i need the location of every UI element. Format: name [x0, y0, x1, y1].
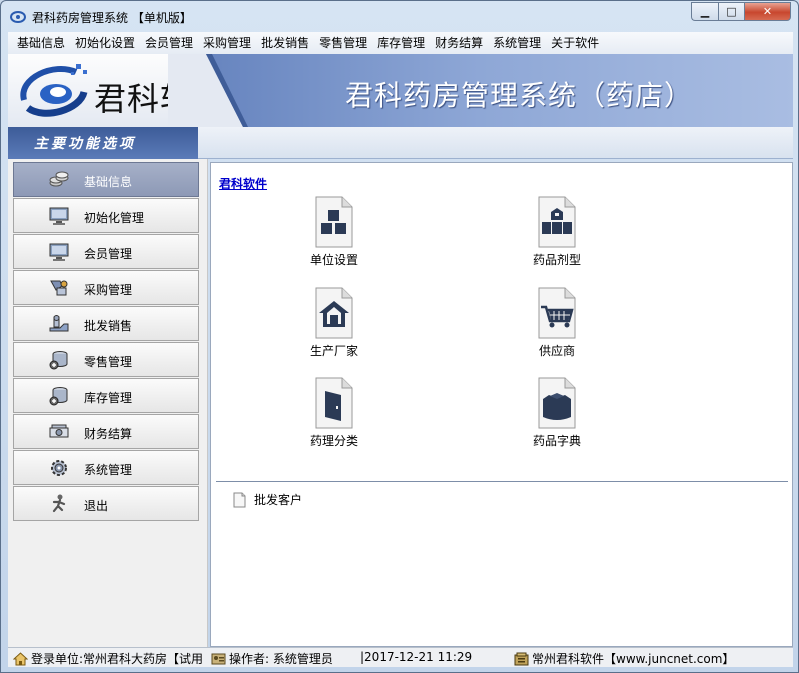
sidebar: 基础信息 初始化管理 会员管理 采购管理 批发销售 零售管理 库存管理 财务结算… [8, 159, 208, 647]
sidebar-item-label: 零售管理 [84, 355, 133, 369]
sidebar-item-init-management[interactable]: 初始化管理 [13, 198, 199, 233]
menu-finance[interactable]: 财务结算 [430, 32, 488, 54]
database-icon [49, 351, 68, 370]
status-operator: 操作者: 系统管理员 [211, 650, 333, 667]
tile-supplier[interactable]: 供应商 [517, 287, 597, 359]
sidebar-item-purchase[interactable]: 采购管理 [13, 270, 199, 305]
operator-icon [211, 653, 226, 664]
tile-label: 生产厂家 [309, 344, 358, 358]
sidebar-item-label: 库存管理 [84, 391, 133, 405]
status-company: 常州君科软件【www.juncnet.com】 [514, 650, 734, 667]
house-icon [314, 287, 354, 339]
menu-system[interactable]: 系统管理 [488, 32, 546, 54]
maximize-icon: □ [726, 5, 737, 18]
sidebar-item-finance[interactable]: 财务结算 [13, 414, 199, 449]
sidebar-item-label: 会员管理 [84, 247, 133, 261]
tile-dosage-form[interactable]: 药品剂型 [517, 196, 597, 268]
home-icon [13, 651, 28, 665]
tile-label: 药品剂型 [532, 253, 581, 267]
monitor-icon [49, 243, 69, 261]
tile-drug-dictionary[interactable]: 药品字典 [517, 377, 597, 449]
tile-manufacturer[interactable]: 生产厂家 [294, 287, 374, 359]
minimize-button[interactable]: ▁ [691, 2, 718, 21]
status-datetime-text: |2017-12-21 11:29 [360, 650, 473, 664]
window-controls: ▁ □ ✕ [691, 2, 791, 21]
title-bar[interactable]: 君科药房管理系统 【单机版】 ▁ □ ✕ [1, 1, 798, 31]
minimize-icon: ▁ [700, 5, 710, 18]
menu-init-settings[interactable]: 初始化设置 [70, 32, 140, 54]
close-icon: ✕ [762, 5, 773, 18]
window-title: 君科药房管理系统 【单机版】 [32, 11, 192, 25]
sidebar-item-label: 财务结算 [84, 427, 133, 441]
status-company-text: 常州君科软件【www.juncnet.com】 [532, 652, 735, 666]
status-unit-text: 登录单位:常州君科大药房【试用 [31, 652, 204, 666]
gear-icon [51, 460, 67, 476]
sidebar-item-label: 初始化管理 [84, 211, 145, 225]
banner-divider [168, 54, 248, 127]
sidebar-item-label: 批发销售 [84, 319, 133, 333]
tile-label: 药品字典 [532, 434, 581, 448]
menu-about[interactable]: 关于软件 [546, 32, 604, 54]
close-button[interactable]: ✕ [744, 2, 791, 21]
content-divider [216, 481, 788, 482]
menu-wholesale[interactable]: 批发销售 [256, 32, 314, 54]
status-operator-text: 操作者: 系统管理员 [229, 652, 333, 666]
box-stack-icon [537, 196, 577, 248]
company-link[interactable]: 君科软件 [219, 175, 267, 192]
sidebar-item-label: 系统管理 [84, 463, 133, 477]
sidebar-item-label: 采购管理 [84, 283, 133, 297]
purchase-icon [50, 280, 68, 296]
tile-label: 药理分类 [309, 434, 358, 448]
coins-icon [49, 171, 69, 187]
sidebar-item-member[interactable]: 会员管理 [13, 234, 199, 269]
book-icon [537, 377, 577, 429]
sidebar-item-exit[interactable]: 退出 [13, 486, 199, 521]
maximize-button[interactable]: □ [718, 2, 744, 21]
sidebar-item-retail[interactable]: 零售管理 [13, 342, 199, 377]
monitor-icon [49, 207, 69, 225]
sidebar-item-system[interactable]: 系统管理 [13, 450, 199, 485]
app-logo-icon [10, 11, 26, 23]
tile-pharmacology[interactable]: 药理分类 [294, 377, 374, 449]
menu-purchase[interactable]: 采购管理 [198, 32, 256, 54]
money-icon [49, 424, 69, 438]
database-icon [49, 387, 68, 406]
wholesale-icon [49, 315, 69, 332]
cart-icon [537, 287, 577, 339]
sidebar-item-wholesale[interactable]: 批发销售 [13, 306, 199, 341]
tile-label: 供应商 [538, 344, 575, 358]
document-icon [233, 492, 246, 507]
main-content: 君科软件 单位设置 药品剂型 生产厂家 供应商 药理分类 药品字典 批发客户 [210, 162, 793, 647]
sidebar-item-basic-info[interactable]: 基础信息 [13, 162, 199, 197]
status-bar: 登录单位:常州君科大药房【试用 操作者: 系统管理员 |2017-12-21 1… [8, 647, 793, 667]
status-datetime: |2017-12-21 11:29 [360, 650, 472, 664]
company-logo-icon [20, 64, 88, 117]
menu-retail[interactable]: 零售管理 [314, 32, 372, 54]
sidebar-item-label: 基础信息 [84, 175, 133, 189]
content-header-strip [198, 127, 793, 159]
door-icon [314, 377, 354, 429]
sidebar-item-label: 退出 [84, 499, 109, 513]
blocks-icon [314, 196, 354, 248]
exit-runner-icon [52, 494, 66, 513]
banner: 君科软件 君科药房管理系统（药店） [8, 54, 793, 127]
menu-member[interactable]: 会员管理 [140, 32, 198, 54]
company-icon [514, 652, 529, 665]
sidebar-header: 主要功能选项 [8, 127, 198, 159]
app-window: 君科药房管理系统 【单机版】 ▁ □ ✕ 基础信息 初始化设置 会员管理 采购管… [0, 0, 799, 673]
banner-title: 君科药房管理系统（药店） [345, 79, 694, 112]
sidebar-item-inventory[interactable]: 库存管理 [13, 378, 199, 413]
tile-unit-settings[interactable]: 单位设置 [294, 196, 374, 268]
sub-item-label: 批发客户 [254, 493, 303, 507]
menu-inventory[interactable]: 库存管理 [372, 32, 430, 54]
menu-bar: 基础信息 初始化设置 会员管理 采购管理 批发销售 零售管理 库存管理 财务结算… [8, 32, 793, 54]
status-unit: 登录单位:常州君科大药房【试用 [13, 650, 203, 667]
menu-basic-info[interactable]: 基础信息 [8, 32, 70, 54]
sub-item-wholesale-customer[interactable]: 批发客户 [233, 491, 302, 508]
tile-label: 单位设置 [309, 253, 358, 267]
